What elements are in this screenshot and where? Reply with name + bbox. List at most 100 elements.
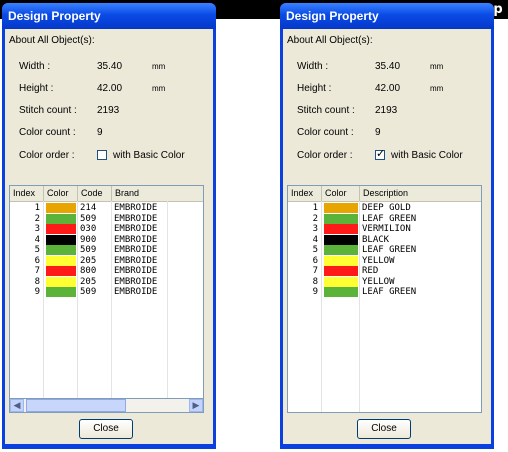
stitch-count-label: Stitch count : <box>297 105 355 116</box>
cell-code: 900 <box>80 234 97 245</box>
column-header-code[interactable]: Code <box>78 186 112 201</box>
cell-brand: EMBROIDE <box>114 266 158 276</box>
height-unit: mm <box>430 84 444 93</box>
cell-index: 9 <box>34 287 40 297</box>
cell-index: 2 <box>312 213 318 224</box>
width-label: Width : <box>19 61 51 72</box>
color-order-label: Color order : <box>19 150 75 161</box>
basic-color-checkbox[interactable] <box>97 150 107 160</box>
column-header-index[interactable]: Index <box>288 186 322 201</box>
checkmark-icon: ✓ <box>376 148 386 160</box>
cell-code: 509 <box>80 287 97 297</box>
close-button[interactable]: Close <box>79 419 133 439</box>
column-header-brand[interactable]: Brand <box>112 186 203 201</box>
cell-code: 509 <box>80 213 97 224</box>
width-label: Width : <box>297 61 329 72</box>
design-property-dialog-brand: Design Property About All Object(s): Wid… <box>2 3 216 449</box>
basic-color-label[interactable]: with Basic Color <box>391 150 463 161</box>
column-header-color[interactable]: Color <box>44 186 78 201</box>
cell-description: VERMILION <box>362 224 411 234</box>
height-label: Height : <box>297 83 332 94</box>
cell-index: 3 <box>312 224 318 234</box>
table-row[interactable]: 1 214 EMBROIDE <box>10 203 203 213</box>
cell-index: 5 <box>312 245 318 255</box>
cell-description: LEAF GREEN <box>362 245 417 255</box>
stitch-count-value: 2193 <box>97 105 120 116</box>
cell-code: 205 <box>80 276 97 287</box>
color-swatch <box>324 203 358 213</box>
table-row[interactable]: 4 900 EMBROIDE <box>10 234 203 245</box>
color-swatch <box>46 224 76 234</box>
width-unit: mm <box>152 62 166 71</box>
stitch-count-label: Stitch count : <box>19 105 77 116</box>
table-row[interactable]: 5 LEAF GREEN <box>288 245 481 255</box>
color-swatch <box>324 266 358 276</box>
color-swatch <box>46 266 76 276</box>
table-row[interactable]: 6 YELLOW <box>288 255 481 266</box>
table-row[interactable]: 2 509 EMBROIDE <box>10 213 203 224</box>
table-row[interactable]: 2 LEAF GREEN <box>288 213 481 224</box>
table-row[interactable]: 7 800 EMBROIDE <box>10 266 203 276</box>
cell-description: LEAF GREEN <box>362 213 417 224</box>
column-header-description[interactable]: Description <box>360 186 481 201</box>
cell-code: 800 <box>80 266 97 276</box>
cell-index: 2 <box>34 213 40 224</box>
cell-index: 7 <box>312 266 318 276</box>
color-swatch <box>324 245 358 255</box>
scroll-right-icon[interactable]: ▶ <box>189 399 203 412</box>
scrollbar-thumb[interactable] <box>26 399 126 412</box>
table-row[interactable]: 8 205 EMBROIDE <box>10 276 203 287</box>
width-unit: mm <box>430 62 444 71</box>
table-row[interactable]: 4 BLACK <box>288 234 481 245</box>
cell-index: 5 <box>34 245 40 255</box>
list-header: Index Color Code Brand <box>10 186 203 202</box>
dialog-body: About All Object(s): Width : 35.40 mm He… <box>5 29 213 444</box>
close-button[interactable]: Close <box>357 419 411 439</box>
cell-index: 3 <box>34 224 40 234</box>
cell-brand: EMBROIDE <box>114 203 158 213</box>
cell-description: LEAF GREEN <box>362 287 417 297</box>
cell-code: 214 <box>80 203 97 213</box>
cell-index: 4 <box>34 234 40 245</box>
table-row[interactable]: 1 DEEP GOLD <box>288 203 481 213</box>
cell-description: DEEP GOLD <box>362 203 411 213</box>
table-row[interactable]: 9 509 EMBROIDE <box>10 287 203 297</box>
height-value: 42.00 <box>97 83 123 94</box>
column-header-index[interactable]: Index <box>10 186 44 201</box>
color-swatch <box>324 213 358 224</box>
cell-brand: EMBROIDE <box>114 224 158 234</box>
table-row[interactable]: 3 030 EMBROIDE <box>10 224 203 234</box>
cell-code: 509 <box>80 245 97 255</box>
color-swatch <box>46 255 76 266</box>
color-list[interactable]: Index Color Code Brand 1 214 EMBROIDE 2 509 E… <box>9 185 204 399</box>
cell-code: 205 <box>80 255 97 266</box>
cell-description: BLACK <box>362 234 390 245</box>
color-swatch <box>46 234 76 245</box>
table-row[interactable]: 5 509 EMBROIDE <box>10 245 203 255</box>
cell-description: RED <box>362 266 379 276</box>
cell-brand: EMBROIDE <box>114 245 158 255</box>
basic-color-checkbox[interactable]: ✓ <box>375 148 386 160</box>
cell-index: 1 <box>312 203 318 213</box>
height-value: 42.00 <box>375 83 401 94</box>
height-label: Height : <box>19 83 54 94</box>
color-order-label: Color order : <box>297 150 353 161</box>
cell-brand: EMBROIDE <box>114 234 158 245</box>
table-row[interactable]: 9 LEAF GREEN <box>288 287 481 297</box>
cell-description: YELLOW <box>362 276 395 287</box>
table-row[interactable]: 3 VERMILION <box>288 224 481 234</box>
table-row[interactable]: 8 YELLOW <box>288 276 481 287</box>
cell-index: 8 <box>312 276 318 287</box>
color-list[interactable]: Index Color Description 1 DEEP GOLD 2 LEAF … <box>287 185 482 413</box>
color-count-value: 9 <box>375 127 381 138</box>
color-count-value: 9 <box>97 127 103 138</box>
basic-color-label[interactable]: with Basic Color <box>113 150 185 161</box>
table-row[interactable]: 6 205 EMBROIDE <box>10 255 203 266</box>
table-row[interactable]: 7 RED <box>288 266 481 276</box>
column-header-color[interactable]: Color <box>322 186 360 201</box>
scroll-left-icon[interactable]: ◀ <box>10 399 24 412</box>
about-label: About All Object(s): <box>9 35 95 46</box>
color-swatch <box>46 203 76 213</box>
dialog-title: Design Property <box>2 3 216 29</box>
horizontal-scrollbar[interactable]: ◀ ▶ <box>9 399 204 413</box>
